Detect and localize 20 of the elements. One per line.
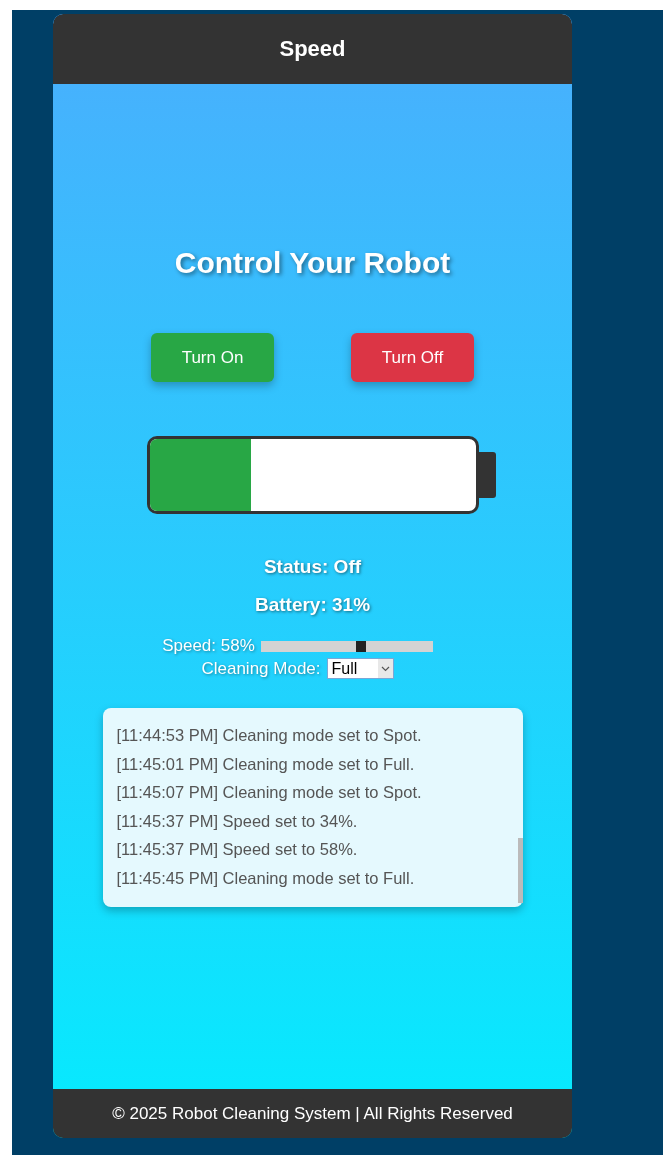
- speed-label: Speed: 58%: [162, 636, 255, 656]
- caret-icon: [377, 659, 393, 678]
- heading: Control Your Robot: [174, 246, 451, 280]
- log-entry: [11:45:45 PM] Cleaning mode set to Full.: [116, 867, 416, 889]
- log-entry: [11:44:53 PM] Cleaning mode set to Spot.: [116, 725, 423, 746]
- cleaning-mode-select[interactable]: Full: [326, 658, 394, 679]
- slider-thumb[interactable]: [355, 640, 366, 652]
- status-text: Status: Off: [263, 556, 362, 578]
- page-title: Speed: [279, 36, 346, 62]
- log-entry: [11:45:07 PM] Cleaning mode set to Spot.: [116, 782, 423, 803]
- scrollbar[interactable]: [517, 838, 523, 903]
- cleaning-mode-label: Cleaning Mode:: [201, 658, 321, 679]
- turn-on-button[interactable]: Turn On: [151, 333, 274, 382]
- log-entry: [11:45:37 PM] Speed set to 34%.: [116, 810, 359, 832]
- speed-slider[interactable]: [260, 640, 433, 652]
- footer-text: © 2025 Robot Cleaning System | All Rights Reserved: [112, 1103, 513, 1124]
- turn-off-button[interactable]: Turn Off: [351, 333, 474, 382]
- log-entry: [11:45:01 PM] Cleaning mode set to Full.: [116, 753, 416, 775]
- log-entry: [11:45:37 PM] Speed set to 58%.: [116, 839, 359, 860]
- battery-text: Battery: 31%: [254, 594, 371, 616]
